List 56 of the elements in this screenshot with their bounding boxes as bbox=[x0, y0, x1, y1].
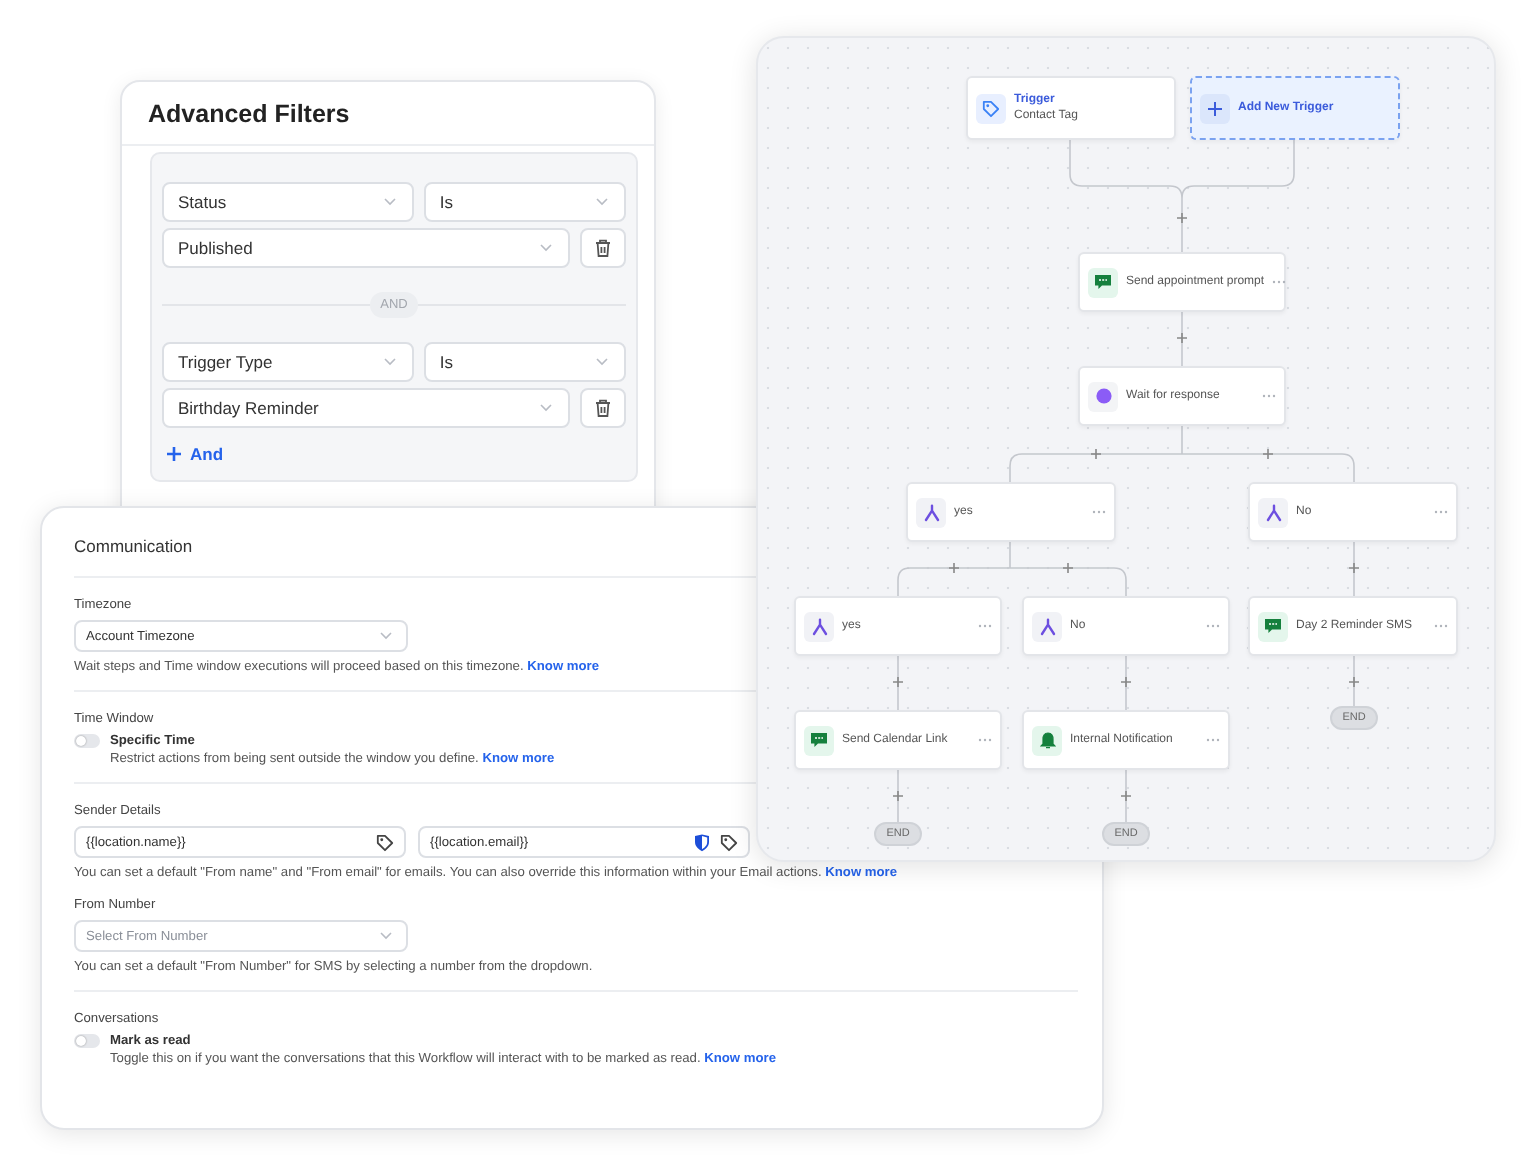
chat-bubble-icon bbox=[1094, 274, 1112, 290]
connector-line bbox=[897, 655, 899, 711]
branch-icon bbox=[923, 503, 939, 521]
shield-icon bbox=[694, 833, 710, 851]
tag-icon bbox=[376, 833, 394, 851]
toggle-switch[interactable] bbox=[74, 734, 100, 748]
plus-icon[interactable] bbox=[948, 562, 960, 574]
delete-button[interactable] bbox=[580, 228, 626, 268]
branch-icon bbox=[1039, 617, 1055, 635]
connector-line bbox=[1353, 655, 1355, 707]
operator-select[interactable]: Is bbox=[423, 182, 626, 222]
chevron-down-icon bbox=[380, 932, 392, 940]
plus-icon[interactable] bbox=[1348, 562, 1360, 574]
connector-line bbox=[1125, 655, 1127, 711]
delete-button[interactable] bbox=[580, 388, 626, 428]
connector-line bbox=[1181, 311, 1183, 367]
connector-line bbox=[897, 769, 899, 823]
value-select[interactable]: Birthday Reminder bbox=[162, 388, 571, 428]
trash-icon bbox=[594, 238, 613, 258]
circle-icon bbox=[1095, 388, 1111, 404]
field-select[interactable]: Status bbox=[162, 182, 414, 222]
plus-icon[interactable] bbox=[892, 676, 904, 688]
plus-icon[interactable] bbox=[1120, 676, 1132, 688]
value-select[interactable]: Published bbox=[162, 228, 571, 268]
panel-title: Advanced Filters bbox=[122, 82, 654, 146]
plus-icon[interactable] bbox=[1062, 562, 1074, 574]
toggle-switch[interactable] bbox=[74, 1034, 100, 1048]
branch-icon bbox=[811, 617, 827, 635]
plus-icon[interactable] bbox=[1120, 790, 1132, 802]
branch-icon bbox=[1265, 503, 1281, 521]
connector-line bbox=[1125, 769, 1127, 823]
chevron-down-icon bbox=[383, 358, 396, 366]
add-and-button[interactable]: And bbox=[162, 444, 224, 464]
chevron-down-icon bbox=[540, 404, 553, 412]
chevron-down-icon bbox=[540, 244, 553, 252]
connector-line bbox=[1353, 541, 1355, 597]
operator-select[interactable]: Is bbox=[423, 342, 626, 382]
chevron-down-icon bbox=[596, 198, 608, 206]
plus-icon bbox=[1208, 101, 1222, 115]
bell-icon bbox=[1039, 731, 1055, 749]
chevron-down-icon bbox=[380, 632, 392, 640]
plus-icon[interactable] bbox=[1176, 332, 1188, 344]
plus-icon bbox=[166, 446, 182, 462]
plus-icon[interactable] bbox=[1348, 676, 1360, 688]
chevron-down-icon bbox=[596, 358, 608, 366]
plus-icon[interactable] bbox=[1090, 448, 1102, 460]
field-select[interactable]: Trigger Type bbox=[162, 342, 414, 382]
trash-icon bbox=[594, 398, 613, 418]
chevron-down-icon bbox=[383, 198, 396, 206]
tag-icon bbox=[720, 833, 738, 851]
chat-bubble-icon bbox=[1264, 618, 1282, 634]
plus-icon[interactable] bbox=[892, 790, 904, 802]
chat-bubble-icon bbox=[810, 732, 828, 748]
tag-icon bbox=[982, 99, 1000, 117]
plus-icon[interactable] bbox=[1176, 212, 1188, 224]
plus-icon[interactable] bbox=[1262, 448, 1274, 460]
